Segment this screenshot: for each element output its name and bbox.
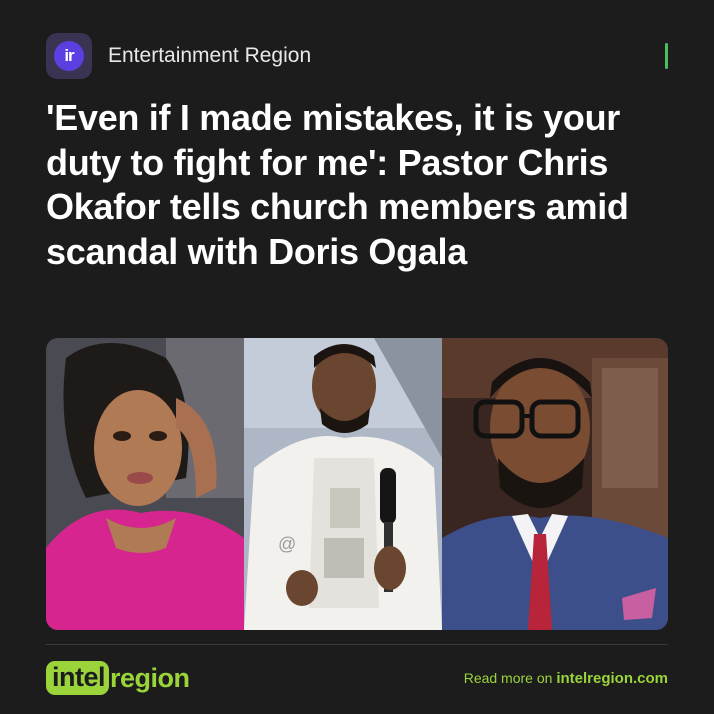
read-more-site[interactable]: intelregion.com bbox=[556, 670, 668, 687]
brand-logo[interactable]: intel region bbox=[46, 660, 190, 696]
headline[interactable]: 'Even if I made mistakes, it is your dut… bbox=[46, 96, 672, 274]
source-name[interactable]: Entertainment Region bbox=[108, 44, 311, 68]
photo-man-glasses bbox=[442, 338, 668, 630]
footer-divider bbox=[46, 644, 668, 645]
read-more-link[interactable]: Read more on intelregion.com bbox=[464, 670, 668, 687]
image-watermark: @ bbox=[278, 534, 297, 554]
article-header: ir Entertainment Region bbox=[46, 33, 668, 79]
photo-pastor-microphone: @ bbox=[244, 338, 442, 630]
article-image[interactable]: @ bbox=[46, 338, 668, 630]
app-logo[interactable]: ir bbox=[46, 33, 92, 79]
accent-bar bbox=[665, 43, 668, 69]
app-logo-icon: ir bbox=[54, 41, 84, 71]
read-more-prefix: Read more on bbox=[463, 670, 557, 686]
photo-woman bbox=[46, 338, 244, 630]
brand-logo-rest: region bbox=[110, 662, 190, 693]
brand-logo-highlight: intel bbox=[46, 661, 110, 695]
